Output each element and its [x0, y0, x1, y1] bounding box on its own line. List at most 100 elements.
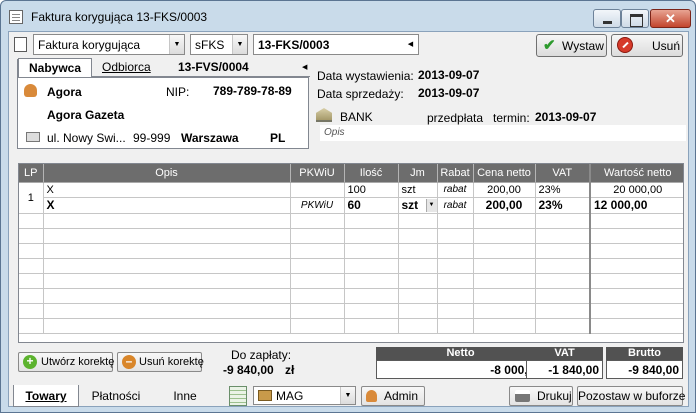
buyer-postcode: 99-999	[133, 131, 171, 145]
table-row-original[interactable]: 1 X 100 szt rabat 200,00 23% 20 000,00	[19, 182, 683, 214]
cell-ilosc[interactable]: 100	[344, 182, 399, 198]
cell-ilosc[interactable]: 60	[344, 197, 399, 214]
issue-date-value[interactable]: 2013-09-07	[418, 68, 479, 82]
items-grid: LP Opis PKWiU Ilość Jm Rabat Cena netto …	[18, 163, 684, 343]
cell-jm[interactable]: szt	[398, 182, 438, 198]
table-row-empty[interactable]	[19, 288, 683, 304]
table-row-empty[interactable]	[19, 213, 683, 229]
nip-label: NIP:	[166, 85, 190, 99]
cell-cena[interactable]: 200,00	[473, 182, 536, 198]
cell-wartosc[interactable]: 20 000,00	[590, 182, 683, 198]
issue-button[interactable]: ✔ Wystaw	[536, 34, 607, 57]
user-icon	[366, 390, 377, 402]
cell-rabat[interactable]: rabat	[437, 197, 474, 214]
col-header-ilosc[interactable]: Ilość	[344, 164, 399, 183]
chevron-down-icon[interactable]: ▼	[232, 35, 247, 54]
cell-cena[interactable]: 200,00	[473, 197, 536, 214]
to-pay-currency: zł	[285, 363, 295, 377]
print-label: Drukuj	[537, 389, 572, 403]
payment-form[interactable]: przedpłata	[427, 111, 483, 125]
address-card-icon[interactable]	[26, 132, 40, 142]
term-label: termin:	[493, 111, 530, 125]
tab-items[interactable]: Towary	[13, 385, 79, 407]
tab-recipient[interactable]: Odbiorca	[92, 58, 162, 77]
delete-correction-button[interactable]: – Usuń korektę	[117, 352, 204, 372]
close-button[interactable]	[650, 9, 691, 28]
buyer-street: ul. Nowy Swi...	[47, 131, 126, 145]
minimize-button[interactable]	[593, 9, 621, 28]
save-to-buffer-button[interactable]: Pozostaw w buforze	[577, 386, 686, 406]
description-field[interactable]: Opis	[320, 125, 686, 141]
cell-vat[interactable]: 23%	[535, 182, 591, 198]
number-value: 13-FKS/0003	[258, 38, 330, 52]
netto-value: -8 000,00	[376, 360, 545, 379]
document-list-icon[interactable]	[14, 37, 27, 52]
party-panel: Nabywca Odbiorca 13-FVS/0004 ◀ Agora NIP…	[17, 58, 310, 149]
issue-button-label: Wystaw	[562, 39, 604, 53]
chevron-down-icon[interactable]: ▼	[340, 387, 355, 404]
cell-vat[interactable]: 23%	[535, 197, 591, 214]
series-select[interactable]: sFKS ▼	[190, 34, 248, 55]
col-header-jm[interactable]: Jm	[398, 164, 438, 183]
col-header-opis[interactable]: Opis	[43, 164, 291, 183]
cell-pkwiu[interactable]: PKWiU	[290, 197, 345, 214]
table-row-empty[interactable]	[19, 303, 683, 319]
chevron-left-icon[interactable]: ◀	[403, 35, 418, 54]
buyer-full-name: Agora Gazeta	[47, 108, 125, 122]
notes-icon[interactable]	[229, 386, 247, 406]
maximize-button[interactable]	[621, 9, 649, 28]
warehouse-icon	[258, 390, 272, 401]
create-correction-label: Utwórz korektę	[41, 356, 115, 368]
buyer-name[interactable]: Agora	[47, 85, 82, 99]
user-button[interactable]: Admin	[361, 386, 425, 406]
window-client: Faktura korygująca ▼ sFKS ▼ 13-FKS/0003 …	[8, 31, 689, 407]
table-row-empty[interactable]	[19, 273, 683, 289]
table-row-empty[interactable]	[19, 228, 683, 244]
print-button[interactable]: Drukuj	[509, 386, 573, 406]
tab-doc-ref[interactable]: 13-FVS/0004	[162, 58, 302, 77]
cell-rabat[interactable]: rabat	[437, 182, 474, 198]
sale-date-value[interactable]: 2013-09-07	[418, 86, 479, 100]
cell-pkwiu[interactable]	[290, 182, 345, 198]
col-header-vat[interactable]: VAT	[535, 164, 591, 183]
save-to-buffer-label: Pozostaw w buforze	[578, 389, 686, 403]
tab-other[interactable]: Inne	[155, 385, 215, 407]
chevron-down-icon[interactable]: ▼	[425, 198, 436, 212]
table-row-empty[interactable]	[19, 243, 683, 259]
cell-jm[interactable]: szt ▼	[398, 197, 438, 214]
to-pay-label: Do zapłaty:	[231, 348, 292, 362]
buyer-city: Warszawa	[181, 131, 239, 145]
cell-jm-value: szt	[401, 198, 419, 212]
person-icon[interactable]	[24, 84, 37, 97]
col-header-cena[interactable]: Cena netto	[473, 164, 536, 183]
number-field[interactable]: 13-FKS/0003 ◀	[253, 34, 419, 55]
table-row-empty[interactable]	[19, 318, 683, 334]
cell-opis[interactable]: X	[43, 197, 291, 214]
document-icon	[9, 10, 23, 24]
tab-scroll-left-icon[interactable]: ◀	[302, 58, 310, 77]
add-icon: +	[23, 355, 37, 369]
vat-value: -1 840,00	[526, 360, 603, 379]
col-header-wartosc[interactable]: Wartość netto	[590, 164, 683, 183]
bank-icon[interactable]	[316, 108, 332, 122]
table-row-corrected[interactable]: X PKWiU 60 szt ▼ rabat 200,00 23% 12 000,…	[19, 197, 683, 214]
col-header-lp[interactable]: LP	[19, 164, 44, 183]
tab-buyer[interactable]: Nabywca	[18, 58, 92, 77]
doc-type-select[interactable]: Faktura korygująca ▼	[33, 34, 185, 55]
chevron-down-icon[interactable]: ▼	[169, 35, 184, 54]
delete-correction-label: Usuń korektę	[139, 356, 204, 368]
brutto-value: -9 840,00	[606, 360, 683, 379]
cell-opis[interactable]: X	[43, 182, 291, 198]
term-value[interactable]: 2013-09-07	[535, 110, 596, 124]
create-correction-button[interactable]: + Utwórz korektę	[18, 352, 115, 372]
cell-wartosc[interactable]: 12 000,00	[590, 197, 683, 214]
col-header-rabat[interactable]: Rabat	[437, 164, 474, 183]
cancel-button[interactable]: Usuń	[611, 34, 683, 57]
tab-recipient-label: Odbiorca	[102, 60, 151, 74]
warehouse-select[interactable]: MAG ▼	[253, 386, 356, 405]
tab-payments[interactable]: Płatności	[81, 385, 151, 407]
payment-method[interactable]: BANK	[340, 110, 373, 124]
col-header-pkwiu[interactable]: PKWiU	[290, 164, 345, 183]
tab-other-label: Inne	[173, 389, 197, 403]
table-row-empty[interactable]	[19, 258, 683, 274]
